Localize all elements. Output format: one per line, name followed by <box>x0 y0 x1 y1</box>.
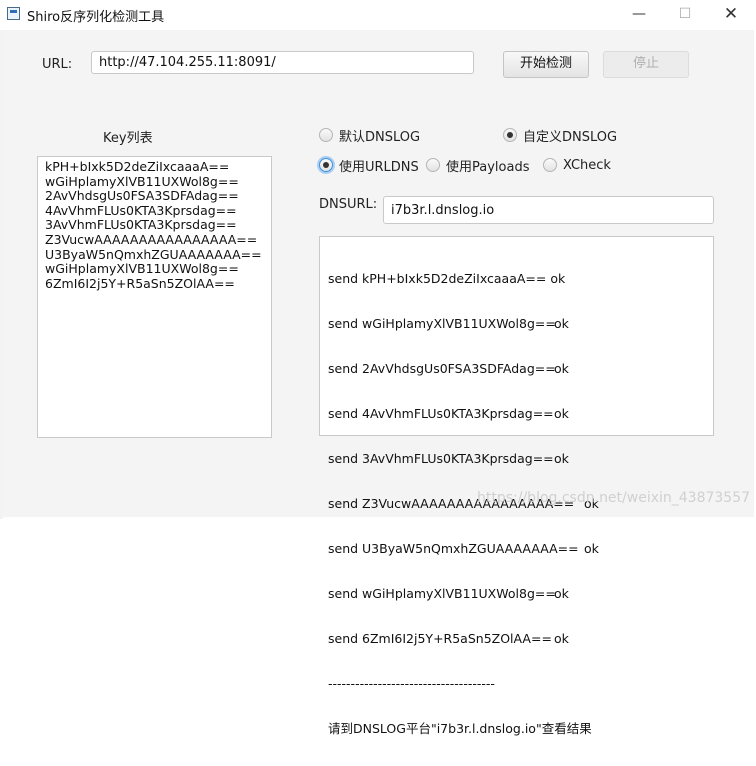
log-line: send wGiHplamyXlVB11UXWol8g== ok <box>328 586 713 601</box>
log-text: send wGiHplamyXlVB11UXWol8g== <box>328 586 556 601</box>
radio-circle-icon <box>426 158 440 172</box>
watermark: https://blog.csdn.net/weixin_43873557 <box>477 490 751 506</box>
key-list-title: Key列表 <box>103 131 153 146</box>
close-button[interactable]: ✕ <box>708 0 754 30</box>
log-status: ok <box>554 631 569 646</box>
log-separator: ------------------------------------- <box>328 676 495 691</box>
log-line: send 2AvVhdsgUs0FSA3SDFAdag== ok <box>328 361 713 376</box>
log-status: ok <box>554 586 569 601</box>
log-text: send 6ZmI6I2j5Y+R5aSn5ZOlAA== <box>328 631 552 646</box>
radio-use-urldns[interactable]: 使用URLDNS <box>319 156 419 175</box>
radio-checked-icon <box>319 158 333 172</box>
radio-label: 使用URLDNS <box>339 159 419 175</box>
log-text: send 2AvVhdsgUs0FSA3SDFAdag== <box>328 361 556 376</box>
result-log[interactable]: send kPH+bIxk5D2deZiIxcaaaA== ok send wG… <box>319 236 714 736</box>
stop-button[interactable]: 停止 <box>603 51 689 78</box>
key-list[interactable]: kPH+bIxk5D2deZiIxcaaaA== wGiHplamyXlVB11… <box>37 156 272 438</box>
log-status: ok <box>554 451 569 466</box>
maximize-button[interactable]: ☐ <box>662 0 708 30</box>
log-status: ok <box>554 406 569 421</box>
log-text: send kPH+bIxk5D2deZiIxcaaaA== ok <box>328 271 566 286</box>
title-bar: Shiro反序列化检测工具 — ☐ ✕ <box>0 0 756 30</box>
list-item[interactable]: U3ByaW5nQmxhZGUAAAAAAA== <box>45 247 271 263</box>
list-item[interactable]: wGiHplamyXlVB11UXWol8g== <box>45 262 271 277</box>
minimize-button[interactable]: — <box>616 0 662 30</box>
list-item[interactable]: kPH+bIxk5D2deZiIxcaaaA== <box>45 159 271 175</box>
dnsurl-input[interactable]: i7b3r.l.dnslog.io <box>383 196 714 224</box>
log-text: send U3ByaW5nQmxhZGUAAAAAAA== <box>328 541 579 556</box>
list-item[interactable]: 4AvVhmFLUs0KTA3Kprsdag== <box>45 203 271 219</box>
log-line: send 3AvVhmFLUs0KTA3Kprsdag== ok <box>328 451 713 466</box>
radio-default-dnslog[interactable]: 默认DNSLOG <box>319 126 421 145</box>
log-line: send wGiHplamyXlVB11UXWol8g== ok <box>328 316 713 331</box>
list-item[interactable]: Z3VucwAAAAAAAAAAAAAAAA== <box>45 232 271 248</box>
log-text: send wGiHplamyXlVB11UXWol8g== <box>328 316 556 331</box>
log-line: send 4AvVhmFLUs0KTA3Kprsdag== ok <box>328 406 713 421</box>
log-line: send U3ByaW5nQmxhZGUAAAAAAA== ok <box>328 541 713 556</box>
radio-label: 默认DNSLOG <box>339 129 421 145</box>
log-status: ok <box>584 541 599 556</box>
list-item[interactable]: 3AvVhmFLUs0KTA3Kprsdag== <box>45 218 271 233</box>
log-line: send kPH+bIxk5D2deZiIxcaaaA== ok <box>328 271 713 286</box>
radio-circle-icon <box>543 158 557 172</box>
log-status: ok <box>554 361 569 376</box>
url-label: URL: <box>42 57 73 72</box>
log-text: send 3AvVhmFLUs0KTA3Kprsdag== <box>328 451 554 466</box>
radio-label: 使用Payloads <box>446 159 530 175</box>
list-item[interactable]: 6ZmI6I2j5Y+R5aSn5ZOlAA== <box>45 276 271 292</box>
log-line: send 6ZmI6I2j5Y+R5aSn5ZOlAA== ok <box>328 631 713 646</box>
start-detect-button[interactable]: 开始检测 <box>503 51 589 78</box>
window-title: Shiro反序列化检测工具 <box>27 10 165 25</box>
radio-custom-dnslog[interactable]: 自定义DNSLOG <box>503 126 618 145</box>
radio-checked-icon <box>503 128 517 142</box>
log-status: ok <box>554 316 569 331</box>
list-item[interactable]: wGiHplamyXlVB11UXWol8g== <box>45 174 271 190</box>
radio-label: 自定义DNSLOG <box>523 129 618 145</box>
radio-use-payloads[interactable]: 使用Payloads <box>426 156 530 175</box>
main-panel: URL: http://47.104.255.11:8091/ 开始检测 停止 … <box>3 30 754 736</box>
app-window-icon <box>7 7 20 20</box>
list-item[interactable]: 2AvVhdsgUs0FSA3SDFAdag== <box>45 189 271 204</box>
log-result-message: 请到DNSLOG平台"i7b3r.l.dnslog.io"查看结果 <box>328 721 592 736</box>
url-input[interactable]: http://47.104.255.11:8091/ <box>91 51 474 74</box>
radio-xcheck[interactable]: XCheck <box>543 156 611 174</box>
radio-circle-icon <box>319 128 333 142</box>
log-text: send 4AvVhmFLUs0KTA3Kprsdag== <box>328 406 554 421</box>
dnsurl-label: DNSURL: <box>319 197 378 212</box>
radio-label: XCheck <box>563 157 611 173</box>
